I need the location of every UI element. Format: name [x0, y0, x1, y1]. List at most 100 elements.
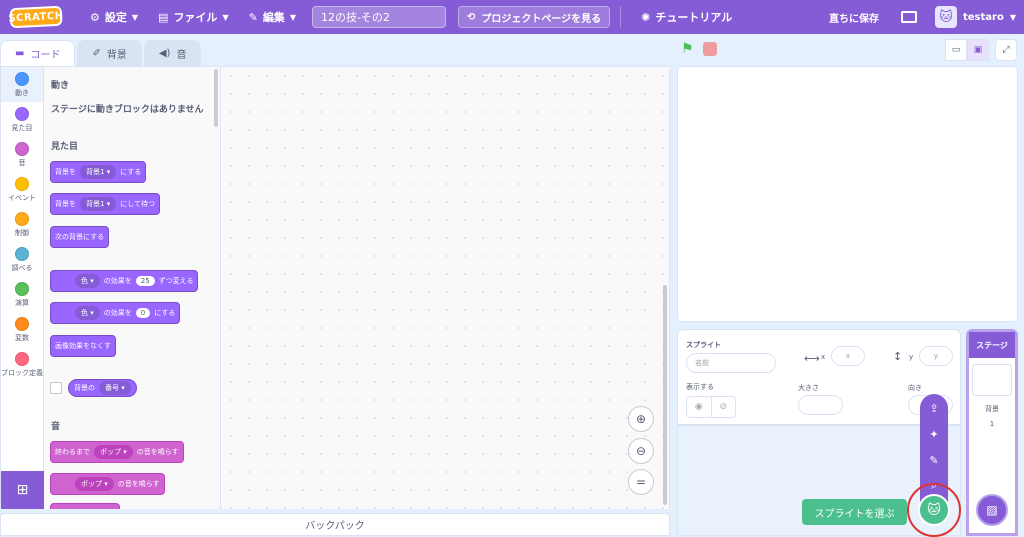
block-text: の音を鳴らす — [136, 448, 179, 456]
category-sensing[interactable]: 調べる — [1, 242, 43, 277]
folder-icon[interactable] — [900, 11, 917, 23]
change-effect-block[interactable]: 色 ▾ の効果を 25 ずつ変える — [50, 270, 199, 292]
upload-icon[interactable]: ⇪ — [926, 400, 942, 416]
sound-dot-icon — [15, 141, 29, 156]
zoom-reset-button[interactable]: = — [628, 469, 654, 495]
set-effect-block[interactable]: 色 ▾ の効果を 0 にする — [50, 302, 181, 324]
backdrop-number-checkbox[interactable] — [50, 382, 62, 394]
backdrop-dropdown[interactable]: 背景1 ▾ — [80, 165, 117, 179]
category-my-blocks[interactable]: ブロック定義 — [1, 347, 43, 382]
editor-tabs: ▬ コード ✐ 背景 ◀) 音 — [0, 40, 203, 66]
stop-icon[interactable] — [703, 42, 717, 56]
x-input[interactable]: x — [831, 346, 865, 366]
sound-dropdown[interactable]: ポップ ▾ — [75, 477, 114, 491]
sprite-label: スプライト — [686, 341, 721, 349]
block-text: 背景を — [55, 200, 76, 208]
fullscreen-button[interactable]: ⤢ — [995, 39, 1017, 61]
category-label: 調べる — [11, 263, 33, 272]
size-input[interactable] — [798, 395, 843, 415]
tab-backdrops[interactable]: ✐ 背景 — [77, 40, 142, 66]
block-palette: 動き ステージに動きブロックはありません 見た目 背景を 背景1 ▾ にする 背… — [44, 67, 221, 509]
choose-sprite-tooltip: スプライトを選ぶ — [802, 499, 907, 525]
block-text: の効果を — [103, 277, 132, 285]
file-icon: ▤ — [158, 10, 169, 24]
backdrop-dropdown[interactable]: 背景1 ▾ — [80, 197, 117, 211]
image-icon: ▨ — [986, 503, 998, 517]
edit-menu[interactable]: ✎ 編集 ▼ — [239, 0, 306, 34]
y-input[interactable]: y — [919, 346, 953, 366]
switch-backdrop-and-wait-block[interactable]: 背景を 背景1 ▾ にして待つ — [50, 193, 160, 215]
clear-effects-block[interactable]: 画像効果をなくす — [50, 335, 116, 357]
file-menu[interactable]: ▤ ファイル ▼ — [148, 0, 239, 34]
choose-sprite-button[interactable]: 🐱 — [918, 494, 950, 526]
tab-sounds[interactable]: ◀) 音 — [143, 40, 202, 66]
next-backdrop-block[interactable]: 次の背景にする — [50, 226, 110, 248]
eye-slash-icon[interactable]: ⊘ — [712, 397, 736, 417]
start-sound-block[interactable]: ポップ ▾ の音を鳴らす — [50, 473, 165, 495]
zoom-in-button[interactable]: ⊕ — [628, 406, 654, 432]
scratch-logo[interactable]: SCRATCH — [8, 5, 64, 29]
script-workspace[interactable]: ⊕ ⊖ = — [222, 67, 669, 509]
play-sound-until-done-block[interactable]: 終わるまで ポップ ▾ の音を鳴らす — [50, 441, 184, 463]
block-text: ずつ変える — [158, 277, 194, 285]
category-looks[interactable]: 見た目 — [1, 102, 43, 137]
save-now-button[interactable]: 直ちに保存 — [829, 10, 879, 25]
effect-value-input[interactable]: 0 — [135, 308, 151, 318]
number-name-dropdown[interactable]: 番号 ▾ — [99, 381, 131, 395]
zoom-out-button[interactable]: ⊖ — [628, 438, 654, 464]
backdrop-number-reporter[interactable]: 背景の 番号 ▾ — [68, 379, 137, 397]
category-sound[interactable]: 音 — [1, 137, 43, 172]
effect-amount-input[interactable]: 25 — [135, 276, 155, 286]
see-project-page-button[interactable]: ⟲ プロジェクトページを見る — [457, 6, 611, 28]
cat-icon: 🐱 — [927, 502, 941, 518]
backpack-label: バックパック — [305, 521, 365, 532]
category-label: 動き — [15, 88, 29, 97]
add-extension-button[interactable]: ⊞ — [1, 471, 44, 509]
choose-backdrop-button[interactable]: ▨ — [976, 494, 1008, 526]
effect-dropdown[interactable]: 色 ▾ — [75, 274, 100, 288]
sound-dropdown[interactable]: ポップ ▾ — [94, 445, 133, 459]
sprite-name-input[interactable]: 名前 — [686, 353, 776, 373]
sound-block-partial[interactable] — [50, 503, 120, 509]
sprite-info-panel: スプライト 名前 ⟷ x x ↕ y y 表示する ◉ ⊘ 大きさ 向き — [677, 329, 961, 425]
tutorial-menu[interactable]: ✺ チュートリアル — [631, 0, 742, 34]
tab-code[interactable]: ▬ コード — [0, 40, 76, 66]
category-variables[interactable]: 変数 — [1, 312, 43, 347]
small-stage-icon: ▭ — [951, 45, 961, 55]
stage-canvas[interactable] — [677, 66, 1018, 322]
paint-icon[interactable]: ✎ — [926, 452, 942, 468]
switch-backdrop-block[interactable]: 背景を 背景1 ▾ にする — [50, 161, 147, 183]
settings-label: 設定 — [104, 11, 127, 24]
username[interactable]: testaro — [963, 12, 1004, 23]
category-label: 音 — [18, 158, 26, 167]
workspace-scrollbar[interactable] — [663, 285, 667, 505]
palette-scrollbar[interactable] — [214, 69, 218, 127]
menu-right-group: 直ちに保存 🐱 testaro ▼ — [829, 0, 1024, 34]
small-stage-button[interactable]: ▭ — [945, 39, 967, 61]
large-stage-button[interactable]: ▣ — [967, 39, 989, 61]
settings-menu[interactable]: ⚙ 設定 ▼ — [80, 0, 148, 34]
eye-icon[interactable]: ◉ — [687, 397, 712, 417]
looks-dot-icon — [15, 106, 29, 121]
backpack[interactable]: バックパック — [0, 513, 670, 536]
surprise-icon[interactable]: ✦ — [926, 426, 942, 442]
variables-dot-icon — [15, 316, 29, 331]
category-label: 見た目 — [11, 123, 33, 132]
operators-dot-icon — [15, 281, 29, 296]
code-icon: ▬ — [15, 48, 25, 59]
stage-selector-title: ステージ — [969, 332, 1015, 358]
effect-dropdown[interactable]: 色 ▾ — [75, 306, 100, 320]
fullscreen-icon: ⤢ — [1002, 45, 1010, 55]
brush-icon: ✐ — [92, 48, 101, 59]
category-events[interactable]: イベント — [1, 172, 43, 207]
category-control[interactable]: 制御 — [1, 207, 43, 242]
chevron-down-icon[interactable]: ▼ — [1010, 13, 1016, 22]
category-menu: 動き 見た目 音 イベント 制御 調べる 演算 変数 ブロック定義 ⊞ — [1, 67, 44, 509]
sound-heading: 音 — [51, 422, 61, 432]
code-area: 動き 見た目 音 イベント 制御 調べる 演算 変数 ブロック定義 ⊞ 動き ス… — [0, 66, 670, 509]
project-title-input[interactable] — [311, 6, 446, 28]
green-flag-icon[interactable]: ⚑ — [681, 42, 695, 56]
category-motion[interactable]: 動き — [1, 67, 43, 102]
category-operators[interactable]: 演算 — [1, 277, 43, 312]
avatar[interactable]: 🐱 — [934, 6, 957, 28]
